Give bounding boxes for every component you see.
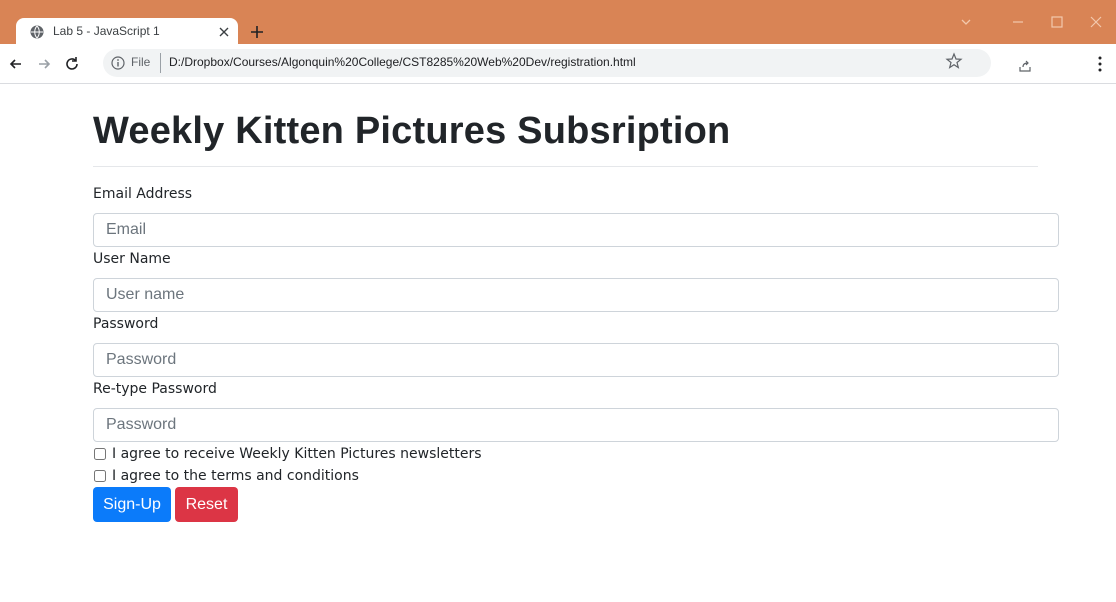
url-divider	[160, 53, 161, 73]
bookmark-star-icon[interactable]	[945, 52, 963, 70]
globe-icon	[30, 25, 44, 39]
newsletter-checkbox[interactable]	[94, 448, 106, 460]
address-bar[interactable]: File D:/Dropbox/Courses/Algonquin%20Coll…	[103, 49, 1031, 77]
username-label: User Name	[93, 251, 171, 267]
close-tab-icon[interactable]	[216, 24, 232, 40]
share-icon[interactable]	[1017, 58, 1033, 74]
password-label: Password	[93, 316, 159, 332]
newsletter-checkbox-row[interactable]: I agree to receive Weekly Kitten Picture…	[93, 445, 482, 463]
new-tab-icon[interactable]	[247, 22, 267, 42]
forward-arrow-icon[interactable]	[34, 54, 54, 74]
back-arrow-icon[interactable]	[6, 54, 26, 74]
terms-checkbox[interactable]	[94, 470, 106, 482]
minimize-icon[interactable]	[1008, 12, 1028, 32]
page-title: Weekly Kitten Pictures Subsription	[93, 110, 731, 152]
info-icon[interactable]	[111, 56, 125, 70]
retype-password-label: Re-type Password	[93, 381, 217, 397]
username-field[interactable]	[93, 278, 1059, 312]
title-divider	[93, 166, 1038, 167]
retype-password-field[interactable]	[93, 408, 1059, 442]
page-content: Weekly Kitten Pictures Subsription Email…	[0, 84, 1116, 602]
tab-title: Lab 5 - JavaScript 1	[53, 24, 160, 38]
browser-toolbar: File D:/Dropbox/Courses/Algonquin%20Coll…	[0, 44, 1116, 84]
browser-tab-strip: Lab 5 - JavaScript 1	[0, 0, 1116, 46]
scheme-label: File	[131, 55, 151, 69]
reset-button[interactable]: Reset	[175, 487, 238, 522]
tab-search-icon[interactable]	[956, 12, 976, 32]
sign-up-button[interactable]: Sign-Up	[93, 487, 171, 522]
email-field[interactable]	[93, 213, 1059, 247]
terms-checkbox-row[interactable]: I agree to the terms and conditions	[93, 467, 359, 485]
close-window-icon[interactable]	[1086, 12, 1106, 32]
email-label: Email Address	[93, 186, 193, 202]
browser-tab[interactable]: Lab 5 - JavaScript 1	[16, 18, 238, 46]
url-text[interactable]: D:/Dropbox/Courses/Algonquin%20College/C…	[169, 55, 636, 69]
password-field[interactable]	[93, 343, 1059, 377]
newsletter-checkbox-label: I agree to receive Weekly Kitten Picture…	[112, 446, 482, 462]
browser-menu-icon[interactable]	[1092, 54, 1108, 74]
maximize-icon[interactable]	[1047, 12, 1067, 32]
reload-icon[interactable]	[62, 54, 82, 74]
terms-checkbox-label: I agree to the terms and conditions	[112, 468, 359, 484]
